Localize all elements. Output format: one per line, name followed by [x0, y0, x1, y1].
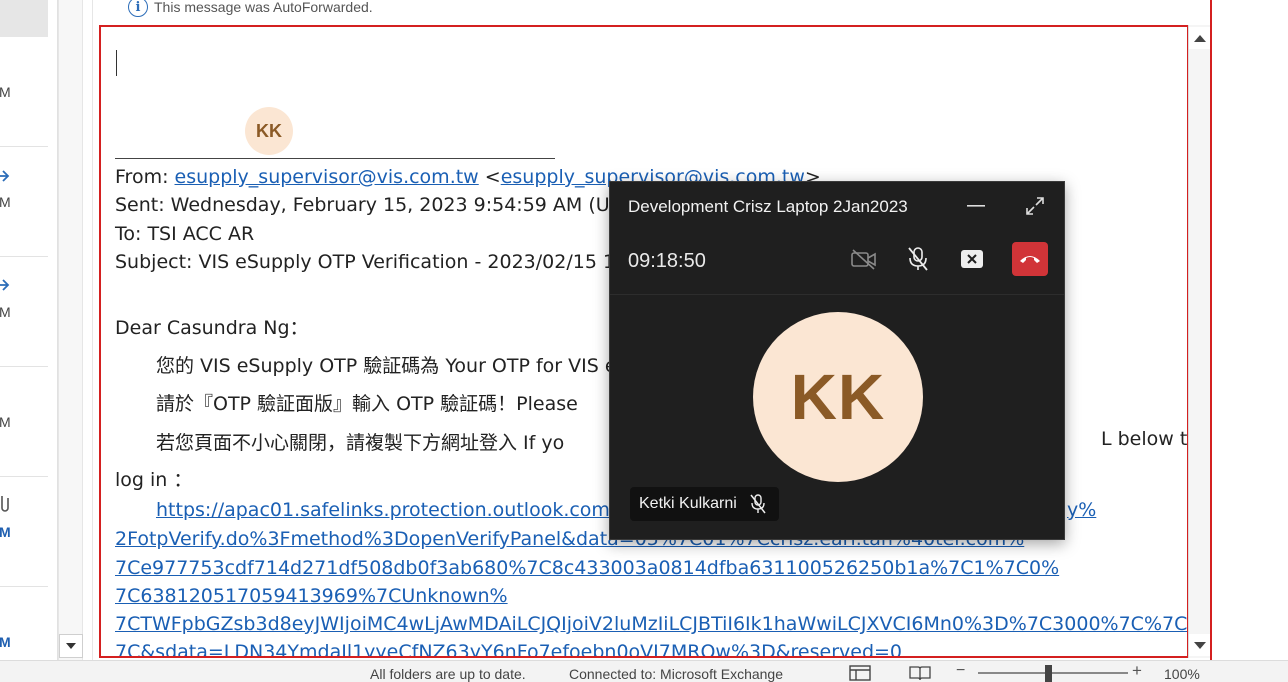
message-time: M [0, 414, 11, 430]
status-bar: All folders are up to date. Connected to… [0, 660, 1288, 682]
message-time: M [0, 194, 11, 210]
header-sent: Sent: Wednesday, February 15, 2023 9:54:… [115, 194, 650, 216]
sync-status: All folders are up to date. [370, 666, 526, 682]
message-time: M [0, 84, 11, 100]
message-list-scrollbar[interactable] [58, 0, 83, 660]
participant-mic-off-icon [750, 494, 766, 514]
message-body-scrollbar[interactable] [1188, 25, 1210, 658]
expand-button[interactable] [1021, 192, 1049, 220]
safelink-url-line[interactable]: 7Ce977753cdf714d271df508db0f3ab680%7C8c4… [115, 557, 1059, 579]
body-line-otp: 您的 VIS eSupply OTP 驗証碼為 Your OTP for VIS… [156, 355, 617, 377]
message-separator [0, 586, 48, 587]
hang-up-icon [1020, 256, 1040, 263]
body-line-closed-page-end: L below to [1101, 428, 1188, 450]
call-timer: 09:18:50 [628, 250, 706, 272]
safelink-url-end[interactable]: y% [1067, 499, 1096, 521]
participant-avatar: KK [753, 312, 923, 482]
camera-off-icon [851, 249, 876, 270]
chevron-down-icon [1193, 641, 1206, 649]
safelink-url-line[interactable]: 7CTWFpbGZsb3d8eyJWIjoiMC4wLjAwMDAiLCJQIj… [115, 613, 1187, 635]
reading-view-icon [909, 666, 931, 681]
mic-off-icon [908, 247, 928, 271]
message-separator [0, 146, 48, 147]
message-time: M [0, 524, 11, 540]
scroll-down-button[interactable] [1189, 634, 1210, 656]
share-stop-icon [961, 250, 983, 268]
body-line-instructions: 請於『OTP 驗証面版』輸入 OTP 驗証碼！Please [156, 393, 578, 415]
header-subject: Subject: VIS eSupply OTP Verification - … [115, 251, 646, 273]
safelink-url-start[interactable]: https://apac01.safelinks.protection.outl… [156, 499, 626, 521]
text-caret [116, 50, 117, 76]
from-label: From: [115, 166, 175, 188]
minimize-button[interactable] [962, 192, 990, 220]
normal-view-icon [849, 665, 871, 681]
message-time: M [0, 634, 11, 650]
greeting: Dear Casundra Ng： [115, 317, 309, 339]
message-time: M [0, 304, 11, 320]
from-email-link[interactable]: esupply_supervisor@vis.com.tw [175, 166, 479, 188]
safelink-url-line-end[interactable]: y% [1067, 499, 1096, 521]
camera-toggle-button[interactable] [846, 242, 882, 276]
forward-arrow-icon [0, 279, 10, 291]
minimize-icon [967, 205, 985, 207]
stop-sharing-button[interactable] [954, 242, 990, 276]
scroll-thumb[interactable] [1191, 55, 1208, 585]
reading-view-button[interactable] [906, 663, 934, 682]
expand-icon [1026, 197, 1044, 215]
body-line-closed-page: 若您頁面不小心關閉，請複製下方網址登入 If yo [156, 432, 565, 454]
connection-status: Connected to: Microsoft Exchange [569, 666, 784, 682]
info-icon: i [128, 0, 148, 17]
normal-view-button[interactable] [846, 663, 874, 682]
message-separator [0, 476, 48, 477]
zoom-level[interactable]: 100% [1164, 666, 1200, 682]
safelink-url[interactable]: 7C638120517059413969%7CUnknown% [115, 585, 508, 607]
message-list-item-selected[interactable] [0, 0, 48, 37]
header-divider [115, 158, 555, 159]
call-window[interactable]: Development Crisz Laptop 2Jan2023 09:18:… [609, 181, 1065, 540]
autoforward-text: This message was AutoForwarded. [154, 0, 373, 15]
participant-name: Ketki Kulkarni [639, 495, 737, 512]
chevron-up-icon [1193, 34, 1206, 42]
participant-name-tag: Ketki Kulkarni [630, 487, 779, 521]
hang-up-button[interactable] [1012, 242, 1048, 276]
call-title: Development Crisz Laptop 2Jan2023 [628, 197, 908, 216]
scroll-down-button[interactable] [59, 634, 83, 658]
message-separator [0, 256, 48, 257]
zoom-out-button[interactable]: − [956, 662, 965, 680]
sender-avatar: KK [245, 107, 293, 155]
safelink-url[interactable]: 7C&sdata=LDN34YmdaJl1yyeCfNZ63yY6nFo7efo… [115, 641, 902, 656]
selection-border [1210, 0, 1212, 682]
forward-arrow-icon [0, 170, 10, 182]
safelink-url[interactable]: 7Ce977753cdf714d271df508db0f3ab680%7C8c4… [115, 557, 1059, 579]
call-divider [610, 294, 1064, 295]
safelink-url-line[interactable]: 7C&sdata=LDN34YmdaJl1yyeCfNZ63yY6nFo7efo… [115, 641, 902, 656]
safelink-url-line[interactable]: https://apac01.safelinks.protection.outl… [156, 499, 626, 521]
body-line-login: log in ： [115, 469, 193, 491]
attachment-icon [1, 496, 9, 512]
safelink-url[interactable]: 7CTWFpbGZsb3d8eyJWIjoiMC4wLjAwMDAiLCJQIj… [115, 613, 1187, 635]
zoom-slider-thumb[interactable] [1045, 665, 1052, 682]
zoom-slider[interactable] [978, 672, 1128, 674]
autoforward-notice: i This message was AutoForwarded. [128, 0, 373, 17]
message-separator [0, 366, 48, 367]
message-list: M M M M M M [0, 0, 58, 660]
chevron-down-icon [66, 643, 76, 649]
safelink-url-line[interactable]: 7C638120517059413969%7CUnknown% [115, 585, 508, 607]
scroll-up-button[interactable] [1189, 27, 1210, 49]
zoom-in-button[interactable]: + [1132, 661, 1142, 681]
mute-toggle-button[interactable] [900, 242, 936, 276]
header-to: To: TSI ACC AR [115, 223, 255, 245]
